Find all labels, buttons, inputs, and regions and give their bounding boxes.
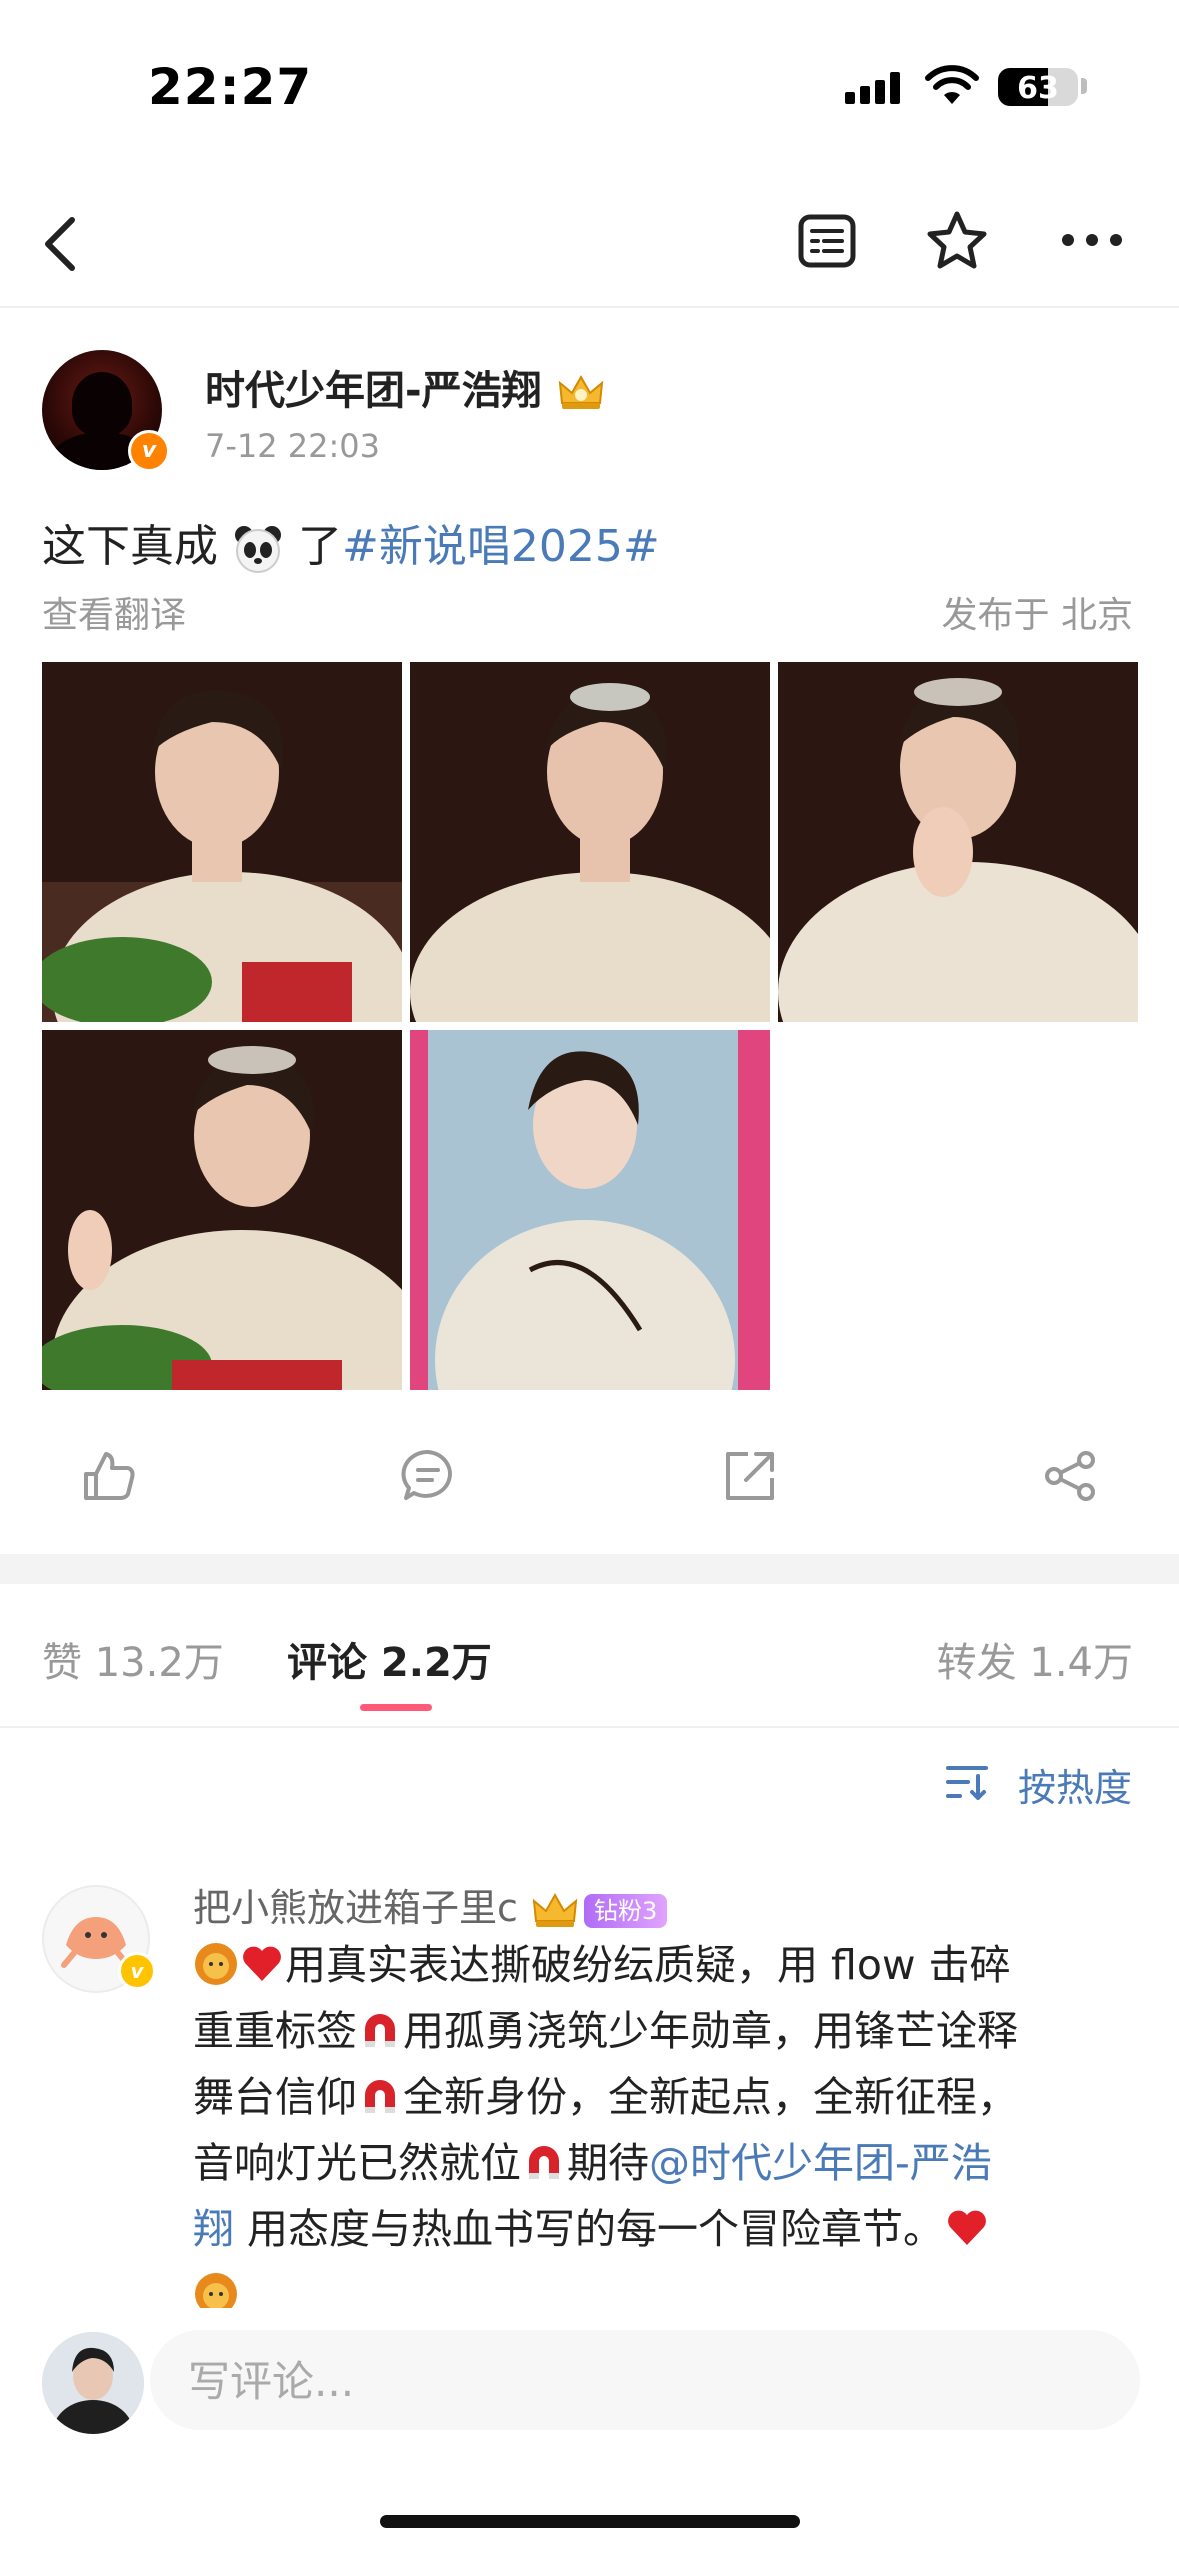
tab-comments[interactable]: 评论 2.2万 <box>287 1630 492 1688</box>
post-photo-1[interactable] <box>42 662 402 1022</box>
comment-line-2b: 用孤勇浇筑少年勋章，用锋芒诠释 <box>403 2007 1018 2055</box>
magnet-emoji-icon <box>529 2146 559 2179</box>
battery-tip <box>1081 78 1087 94</box>
wifi-icon <box>925 65 979 104</box>
post-photo-3[interactable] <box>778 662 1138 1022</box>
crown-badge-icon <box>558 374 603 409</box>
tabs-divider <box>0 1726 1179 1728</box>
comment-input[interactable] <box>186 2330 1090 2432</box>
post-time: 7-12 22:03 <box>205 427 381 465</box>
post-location: 发布于 北京 <box>941 595 1133 636</box>
heart-emoji-icon <box>948 2210 986 2245</box>
post-photo-4[interactable] <box>42 1030 402 1390</box>
my-avatar[interactable] <box>42 2332 144 2434</box>
comment-line-3b: 全新身份，全新起点，全新征程， <box>403 2073 1018 2121</box>
comment-line-4b: 期待 <box>567 2139 649 2187</box>
comment-input-container[interactable] <box>150 2330 1140 2432</box>
post-photo-5[interactable] <box>410 1030 770 1390</box>
comment-line-1: 用真实表达撕破纷纭质疑，用 flow 击碎 <box>285 1941 1011 1989</box>
battery-icon: 63 <box>998 68 1078 106</box>
status-time: 22:27 <box>148 58 313 116</box>
star-icon[interactable] <box>926 210 988 270</box>
post-text-prefix: 这下真成 <box>42 521 218 572</box>
commenter-verified-icon: v <box>118 1952 156 1990</box>
like-icon[interactable] <box>80 1448 136 1504</box>
sort-icon[interactable] <box>946 1762 992 1802</box>
tab-likes[interactable]: 赞 13.2万 <box>42 1630 224 1688</box>
article-icon[interactable] <box>798 214 856 268</box>
more-icon[interactable] <box>1060 232 1124 248</box>
commenter-name[interactable]: 把小熊放进箱子里c <box>193 1886 518 1930</box>
lion-emoji-icon <box>195 1943 237 1985</box>
share-icon[interactable] <box>1042 1448 1098 1504</box>
sort-by-hot[interactable]: 按热度 <box>1018 1757 1132 1812</box>
heart-emoji-icon <box>243 1946 281 1981</box>
panda-emoji-icon <box>235 526 281 573</box>
crown-fan-icon <box>532 1892 578 1927</box>
tab-active-indicator <box>360 1704 432 1711</box>
back-chevron-icon[interactable] <box>40 214 80 274</box>
comment-text: 用真实表达撕破纷纭质疑，用 flow 击碎 重重标签 用孤勇浇筑少年勋章，用锋芒诠… <box>193 1932 1143 2328</box>
author-name[interactable]: 时代少年团-严浩翔 <box>205 368 542 414</box>
post-text-suffix: 了 <box>298 521 342 572</box>
translate-link[interactable]: 查看翻译 <box>42 586 186 638</box>
comment-icon[interactable] <box>400 1448 456 1504</box>
commenter-row: 把小熊放进箱子里c 钻粉3 <box>193 1877 668 1932</box>
mention-link[interactable]: @时代少年团-严浩 <box>649 2139 992 2187</box>
author-name-row[interactable]: 时代少年团-严浩翔 <box>205 358 606 416</box>
comment-line-4a: 音响灯光已然就位 <box>193 2139 521 2187</box>
repost-icon[interactable] <box>722 1448 778 1504</box>
hashtag-link[interactable]: #新说唱2025# <box>342 521 660 572</box>
post-text: 这下真成 了#新说唱2025# <box>42 510 660 575</box>
home-indicator[interactable] <box>380 2515 800 2528</box>
comment-line-3a: 舞台信仰 <box>193 2073 357 2121</box>
battery-level: 63 <box>1017 71 1059 106</box>
magnet-emoji-icon <box>365 2014 395 2047</box>
post-photo-2[interactable] <box>410 662 770 1022</box>
section-separator <box>0 1554 1179 1584</box>
magnet-emoji-icon <box>365 2080 395 2113</box>
comment-line-5: 用态度与热血书写的每一个冒险章节。 <box>247 2205 945 2253</box>
cellular-signal-icon <box>845 72 905 104</box>
nav-divider <box>0 306 1179 308</box>
tab-reposts[interactable]: 转发 1.4万 <box>937 1630 1133 1688</box>
fan-level-badge: 钻粉3 <box>584 1893 668 1928</box>
comment-line-2a: 重重标签 <box>193 2007 357 2055</box>
verified-badge-icon: v <box>128 430 170 472</box>
mention-link-cont[interactable]: 翔 <box>193 2205 234 2253</box>
